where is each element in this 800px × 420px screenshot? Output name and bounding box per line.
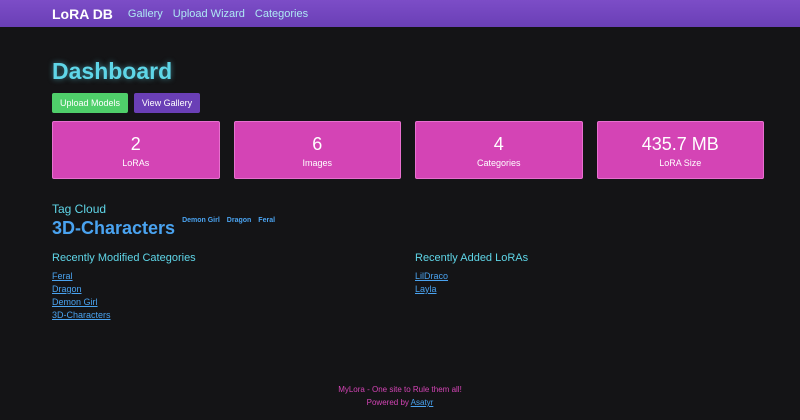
upload-models-button[interactable]: Upload Models	[52, 93, 128, 113]
stat-value: 4	[493, 133, 504, 154]
action-buttons: Upload Models View Gallery	[52, 93, 764, 113]
stats-cards: 2 LoRAs 6 Images 4 Categories 435.7 MB L…	[52, 121, 764, 179]
stat-label: LoRA Size	[659, 157, 702, 168]
main-content: Dashboard Upload Models View Gallery 2 L…	[0, 56, 800, 322]
view-gallery-button[interactable]: View Gallery	[134, 93, 200, 113]
nav-link-upload-wizard[interactable]: Upload Wizard	[173, 8, 245, 20]
footer-powered: Powered by Asatyr	[0, 396, 800, 409]
recent-loras-section: Recently Added LoRAs LilDraco Layla	[415, 252, 715, 322]
nav-link-gallery[interactable]: Gallery	[128, 8, 163, 20]
stat-value: 6	[312, 133, 323, 154]
recent-loras-title: Recently Added LoRAs	[415, 252, 529, 264]
stat-value: 2	[130, 133, 141, 154]
stat-card-loras: 2 LoRAs	[52, 121, 220, 179]
category-link[interactable]: Demon Girl	[52, 296, 415, 309]
stat-label: LoRAs	[122, 157, 150, 168]
stat-label: Images	[302, 157, 332, 168]
tag-feral[interactable]: Feral	[258, 217, 275, 224]
footer: MyLora - One site to Rule them all! Powe…	[0, 383, 800, 409]
recent-columns: Recently Modified Categories Feral Drago…	[52, 252, 764, 322]
stat-label: Categories	[476, 157, 521, 168]
stat-card-images: 6 Images	[233, 121, 401, 179]
nav-link-categories[interactable]: Categories	[255, 8, 308, 20]
tag-cloud: 3D-Characters Demon Girl Dragon Feral	[52, 217, 764, 239]
lora-link[interactable]: LilDraco	[415, 270, 715, 283]
stat-card-categories: 4 Categories	[415, 121, 583, 179]
powered-by-text: Powered by	[366, 398, 411, 407]
tag-dragon[interactable]: Dragon	[227, 217, 252, 224]
stat-value: 435.7 MB	[641, 133, 719, 154]
lora-link[interactable]: Layla	[415, 283, 715, 296]
category-link[interactable]: Feral	[52, 270, 415, 283]
tag-cloud-title: Tag Cloud	[52, 202, 107, 216]
recent-categories-title: Recently Modified Categories	[52, 252, 196, 264]
tag-3d-characters[interactable]: 3D-Characters	[52, 217, 175, 239]
author-link[interactable]: Asatyr	[411, 398, 434, 407]
category-link[interactable]: 3D-Characters	[52, 309, 415, 322]
stat-card-lora-size: 435.7 MB LoRA Size	[596, 121, 764, 179]
tag-demon-girl[interactable]: Demon Girl	[182, 217, 220, 224]
category-link[interactable]: Dragon	[52, 283, 415, 296]
navbar: LoRA DB Gallery Upload Wizard Categories	[0, 0, 800, 27]
brand-logo[interactable]: LoRA DB	[52, 6, 113, 22]
page-title: Dashboard	[52, 58, 173, 84]
footer-tagline: MyLora - One site to Rule them all!	[338, 385, 462, 394]
recent-categories-section: Recently Modified Categories Feral Drago…	[52, 252, 415, 322]
